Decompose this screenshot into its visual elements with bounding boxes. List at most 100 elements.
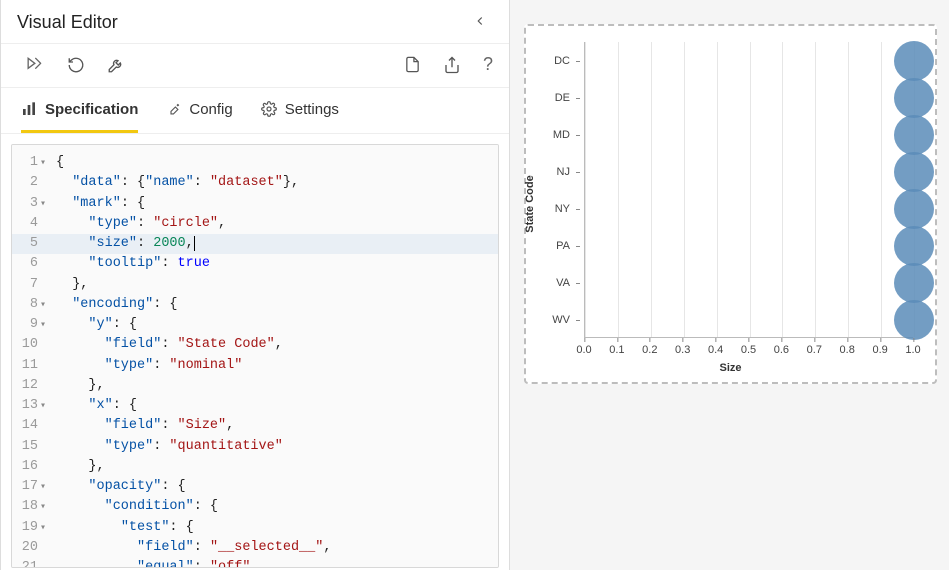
code-content: "field": "__selected__", <box>56 538 331 558</box>
x-tick-label: 0.6 <box>774 344 789 356</box>
tab-label: Settings <box>285 101 339 118</box>
code-content: "type": "quantitative" <box>56 437 283 457</box>
bar-chart-icon <box>21 101 37 117</box>
code-line[interactable]: 15 "type": "quantitative" <box>12 437 498 457</box>
x-tick-label: 0.4 <box>708 344 723 356</box>
code-line[interactable]: 17▾ "opacity": { <box>12 477 498 497</box>
line-number: 7 <box>12 275 56 295</box>
y-tick-label: NJ <box>526 166 576 178</box>
code-content: "mark": { <box>56 194 145 214</box>
code-content: }, <box>56 376 105 396</box>
editor-panel: Visual Editor ? <box>0 0 510 570</box>
y-tick-label: MD <box>526 129 576 141</box>
code-line[interactable]: 13▾ "x": { <box>12 396 498 416</box>
y-tick-label: PA <box>526 240 576 252</box>
line-number: 18▾ <box>12 497 56 517</box>
code-line[interactable]: 16 }, <box>12 457 498 477</box>
tab-label: Config <box>189 101 232 118</box>
code-line[interactable]: 12 }, <box>12 376 498 396</box>
tab-config[interactable]: Config <box>166 88 232 133</box>
export-icon[interactable] <box>443 56 461 74</box>
code-content: }, <box>56 457 105 477</box>
data-point[interactable] <box>894 41 934 81</box>
code-line[interactable]: 21 "equal": "off" <box>12 558 498 568</box>
data-point[interactable] <box>894 78 934 118</box>
data-point[interactable] <box>894 189 934 229</box>
line-number: 19▾ <box>12 518 56 538</box>
line-number: 8▾ <box>12 295 56 315</box>
code-content: "test": { <box>56 518 194 538</box>
line-number: 2 <box>12 173 56 193</box>
code-line[interactable]: 4 "type": "circle", <box>12 214 498 234</box>
x-tick-label: 1.0 <box>905 344 920 356</box>
tab-specification[interactable]: Specification <box>21 88 138 133</box>
code-line[interactable]: 20 "field": "__selected__", <box>12 538 498 558</box>
x-tick-label: 0.2 <box>642 344 657 356</box>
line-number: 1▾ <box>12 153 56 173</box>
editor-toolbar: ? <box>1 44 509 88</box>
x-tick-label: 0.5 <box>741 344 756 356</box>
data-point[interactable] <box>894 115 934 155</box>
new-file-icon[interactable] <box>404 56 421 73</box>
gridline <box>848 42 849 337</box>
line-number: 3▾ <box>12 194 56 214</box>
code-line[interactable]: 10 "field": "State Code", <box>12 335 498 355</box>
code-content: "field": "State Code", <box>56 335 283 355</box>
line-number: 10 <box>12 335 56 355</box>
data-point[interactable] <box>894 226 934 266</box>
data-point[interactable] <box>894 263 934 303</box>
code-line[interactable]: 5 "size": 2000, <box>12 234 498 254</box>
gridline <box>881 42 882 337</box>
x-tick-label: 0.7 <box>807 344 822 356</box>
code-line[interactable]: 6 "tooltip": true <box>12 254 498 274</box>
gridline <box>585 42 586 337</box>
reset-icon[interactable] <box>67 56 85 74</box>
code-line[interactable]: 9▾ "y": { <box>12 315 498 335</box>
line-number: 9▾ <box>12 315 56 335</box>
tab-settings[interactable]: Settings <box>261 88 339 133</box>
tab-label: Specification <box>45 101 138 118</box>
code-content: { <box>56 153 64 173</box>
gridline <box>651 42 652 337</box>
code-content: "encoding": { <box>56 295 178 315</box>
code-line[interactable]: 14 "field": "Size", <box>12 416 498 436</box>
brush-icon <box>166 102 181 117</box>
code-line[interactable]: 19▾ "test": { <box>12 518 498 538</box>
code-content: }, <box>56 275 88 295</box>
code-content: "opacity": { <box>56 477 186 497</box>
code-line[interactable]: 3▾ "mark": { <box>12 194 498 214</box>
run-icon[interactable] <box>23 55 45 75</box>
line-number: 5 <box>12 234 56 254</box>
line-number: 14 <box>12 416 56 436</box>
line-number: 6 <box>12 254 56 274</box>
code-content: "y": { <box>56 315 137 335</box>
help-icon[interactable]: ? <box>483 54 493 75</box>
code-content: "x": { <box>56 396 137 416</box>
x-tick-label: 0.9 <box>872 344 887 356</box>
collapse-panel-icon[interactable] <box>467 12 493 33</box>
gridline <box>815 42 816 337</box>
y-tick-label: WV <box>526 314 576 326</box>
code-content: "type": "nominal" <box>56 356 242 376</box>
gridline <box>782 42 783 337</box>
data-point[interactable] <box>894 300 934 340</box>
visual-preview-panel: State Code Size 0.00.10.20.30.40.50.60.7… <box>510 0 949 570</box>
line-number: 4 <box>12 214 56 234</box>
wrench-icon[interactable] <box>107 56 125 74</box>
data-point[interactable] <box>894 152 934 192</box>
code-line[interactable]: 8▾ "encoding": { <box>12 295 498 315</box>
code-content: "equal": "off" <box>56 558 250 568</box>
code-line[interactable]: 18▾ "condition": { <box>12 497 498 517</box>
x-tick-label: 0.3 <box>675 344 690 356</box>
code-content: "type": "circle", <box>56 214 226 234</box>
code-line[interactable]: 2 "data": {"name": "dataset"}, <box>12 173 498 193</box>
code-line[interactable]: 1▾{ <box>12 153 498 173</box>
gridline <box>684 42 685 337</box>
panel-header: Visual Editor <box>1 0 509 44</box>
x-tick-label: 0.0 <box>576 344 591 356</box>
code-line[interactable]: 11 "type": "nominal" <box>12 356 498 376</box>
code-editor[interactable]: 1▾{2 "data": {"name": "dataset"},3▾ "mar… <box>11 144 499 568</box>
gridline <box>717 42 718 337</box>
line-number: 15 <box>12 437 56 457</box>
code-line[interactable]: 7 }, <box>12 275 498 295</box>
